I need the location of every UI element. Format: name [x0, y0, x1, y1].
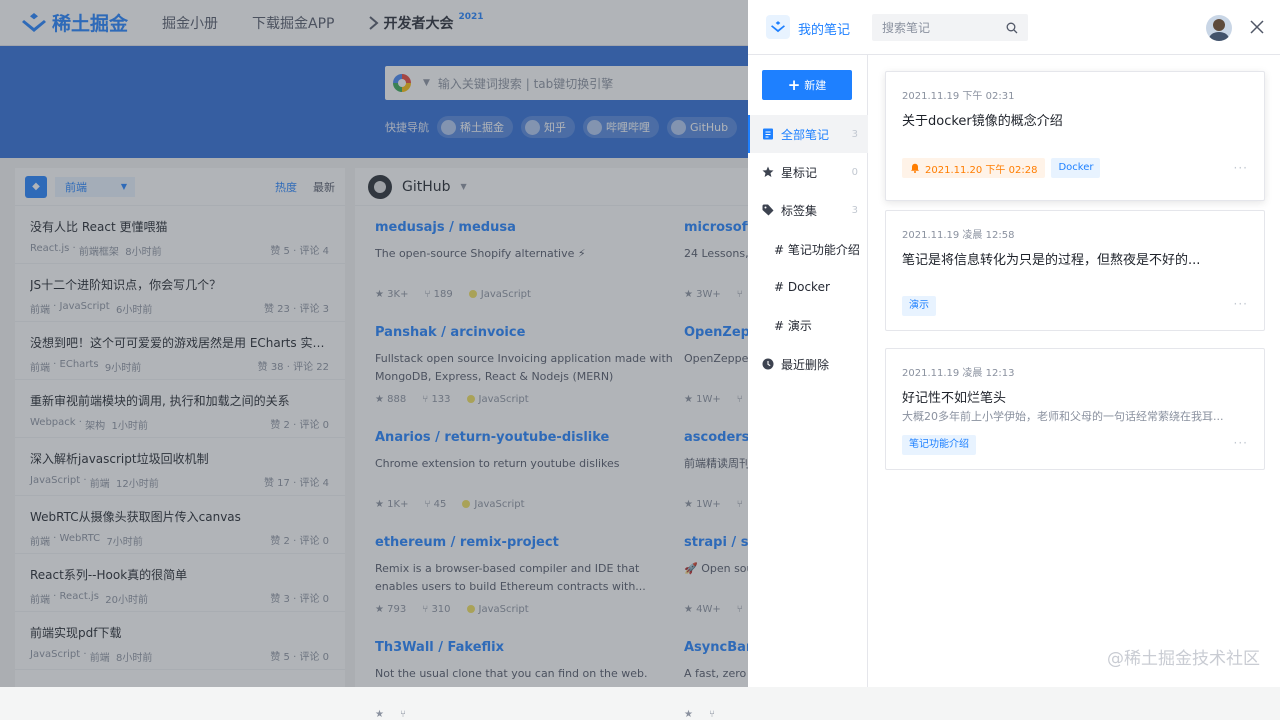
sidebar-item-label: # 演示 [774, 318, 812, 333]
star-icon [762, 166, 774, 177]
notes-sidebar: + 新建 全部笔记 3 星标记 0 标签集 3 # 笔记功能介绍 # Docker… [748, 55, 868, 687]
notes-logo-icon [766, 15, 790, 39]
fork-count: ⑂ [708, 709, 715, 720]
notes-list: 2021.11.19 下午 02:31 关于docker镜像的概念介绍 2021… [869, 55, 1280, 687]
tag-icon [762, 204, 774, 216]
notes-search-input[interactable] [872, 14, 1028, 41]
sidebar-item-label: 全部笔记 [781, 127, 830, 142]
note-title: 笔记是将信息转化为只是的过程，但熬夜是不好的... [902, 253, 1201, 268]
note-card[interactable]: 2021.11.19 下午 02:31 关于docker镜像的概念介绍 2021… [885, 71, 1265, 201]
note-reminder[interactable]: 2021.11.20 下午 02:28 [902, 158, 1046, 178]
sidebar-item-tags[interactable]: 标签集 3 [748, 191, 868, 229]
note-date: 2021.11.19 下午 02:31 [902, 91, 1015, 102]
sidebar-tag-demo[interactable]: # 演示 [748, 306, 868, 344]
note-title: 好记性不如烂笔头 [902, 391, 1007, 406]
sidebar-item-all-notes[interactable]: 全部笔记 3 [748, 115, 868, 153]
sidebar-item-label: # Docker [774, 280, 830, 294]
bell-icon [911, 163, 919, 173]
note-meta: 演示 [902, 296, 936, 316]
plus-icon: + [787, 75, 801, 94]
sidebar-item-label: # 笔记功能介绍 [774, 242, 860, 257]
note-card[interactable]: 2021.11.19 凌晨 12:58 笔记是将信息转化为只是的过程，但熬夜是不… [885, 210, 1265, 331]
note-meta: 2021.11.20 下午 02:28 Docker [902, 158, 1101, 178]
sidebar-item-count: 3 [851, 204, 858, 216]
new-note-button[interactable]: + 新建 [762, 70, 852, 100]
note-reminder-time: 2021.11.20 下午 02:28 [925, 164, 1038, 176]
note-date: 2021.11.19 凌晨 12:13 [902, 368, 1015, 379]
sidebar-item-starred[interactable]: 星标记 0 [748, 153, 868, 191]
note-card[interactable]: 2021.11.19 凌晨 12:13 好记性不如烂笔头 大概20多年前上小学伊… [885, 348, 1265, 470]
note-excerpt: 大概20多年前上小学伊始，老师和父母的一句话经常萦绕在我耳... [902, 410, 1224, 423]
note-icon [763, 128, 773, 140]
repo-stats: ★ ⑂ [684, 709, 989, 720]
new-note-label: 新建 [804, 79, 827, 92]
sidebar-tag-docker[interactable]: # Docker [748, 268, 868, 306]
notes-header: 我的笔记 [748, 0, 1280, 55]
close-icon[interactable] [1248, 18, 1266, 36]
star-count: ★ [375, 709, 384, 720]
sidebar-item-recently-deleted[interactable]: 最近删除 [748, 345, 868, 383]
repo-stats: ★ ⑂ [375, 709, 680, 720]
search-icon[interactable] [1006, 22, 1018, 34]
star-count: ★ [684, 709, 693, 720]
note-tag[interactable]: Docker [1051, 158, 1101, 178]
notes-drawer: 我的笔记 +新建 全部笔记 3 星标记 0 标签集 3 # 笔 [748, 0, 1280, 687]
fork-count: ⑂ [399, 709, 406, 720]
sidebar-item-count: 3 [851, 128, 858, 140]
sidebar-item-count: 0 [851, 166, 858, 178]
sidebar-item-label: 星标记 [781, 165, 818, 180]
more-icon[interactable]: ··· [1234, 436, 1248, 450]
avatar[interactable] [1206, 15, 1232, 41]
clock-icon [762, 358, 774, 370]
sidebar-tag-feature-intro[interactable]: # 笔记功能介绍 [748, 230, 868, 268]
watermark: @稀土掘金技术社区 [1107, 649, 1260, 669]
note-tag[interactable]: 笔记功能介绍 [902, 435, 976, 455]
note-meta: 笔记功能介绍 [902, 435, 976, 455]
note-title: 关于docker镜像的概念介绍 [902, 114, 1063, 129]
app-root: 稀土掘金 掘金小册 下载掘金APP 开发者大会 2021 ▼ 输入关键词搜索 |… [0, 0, 1280, 720]
modal-overlay[interactable] [0, 0, 748, 687]
sidebar-item-label: 标签集 [781, 203, 818, 218]
note-date: 2021.11.19 凌晨 12:58 [902, 230, 1015, 241]
more-icon[interactable]: ··· [1234, 297, 1248, 311]
notes-title: 我的笔记 [798, 23, 851, 38]
sidebar-item-label: 最近删除 [781, 357, 830, 372]
note-tag[interactable]: 演示 [902, 296, 936, 316]
more-icon[interactable]: ··· [1234, 161, 1248, 175]
